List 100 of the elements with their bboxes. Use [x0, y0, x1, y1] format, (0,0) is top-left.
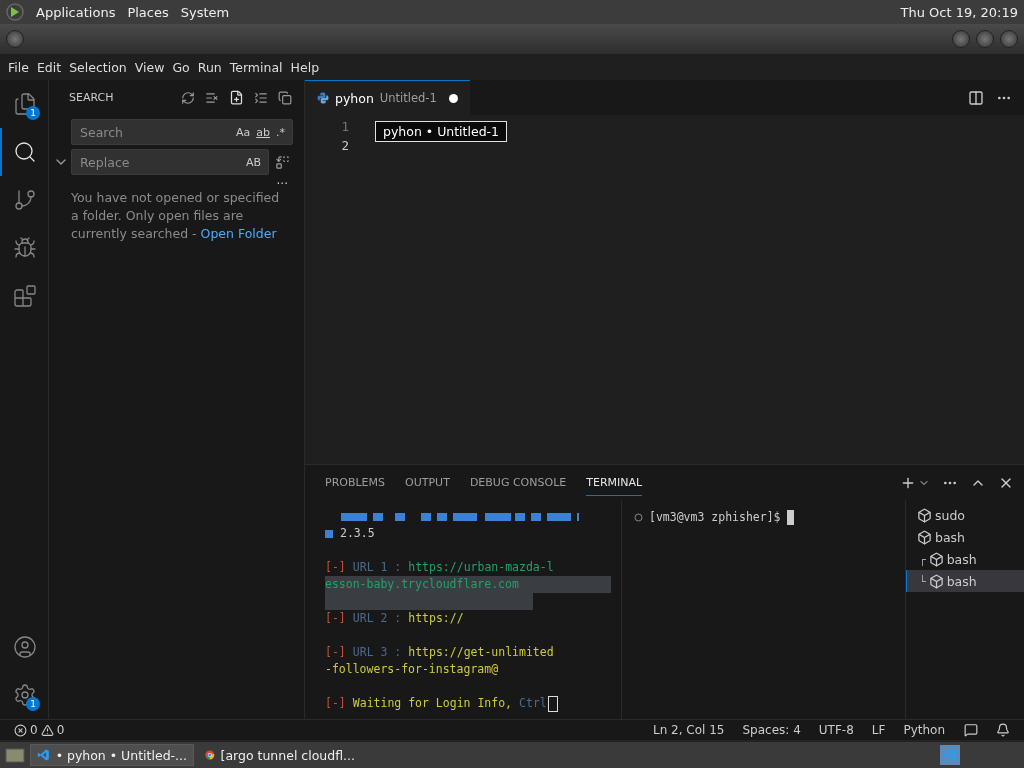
clock[interactable]: Thu Oct 19, 20:19 — [900, 4, 1018, 20]
menu-item[interactable]: Run — [193, 59, 226, 75]
search-field[interactable]: Search Aa ab .* — [71, 119, 293, 145]
count-badge: 1 — [26, 106, 40, 120]
code-editor-icon — [37, 747, 50, 763]
terminal-cursor — [786, 510, 794, 525]
panel-menu[interactable]: Applications — [36, 4, 116, 20]
close-button[interactable] — [1000, 30, 1018, 48]
panel-menu[interactable]: System — [180, 4, 230, 20]
cube-icon — [928, 573, 944, 589]
replace-all-icon[interactable] — [275, 154, 290, 170]
settings-icon — [13, 683, 37, 707]
cube-icon — [917, 529, 932, 545]
account-icon — [13, 635, 37, 659]
terminal-text: [-] — [325, 559, 346, 576]
clear-results-icon[interactable] — [205, 90, 219, 105]
terminal-list-item[interactable]: bash — [906, 526, 1024, 548]
line-number: 2 — [341, 137, 349, 155]
minimize-button[interactable] — [952, 30, 970, 48]
terminal-text: URL 2 : — [352, 610, 402, 627]
python-icon — [317, 92, 329, 104]
status-item[interactable]: Python — [896, 723, 952, 737]
warning-icon — [40, 723, 54, 737]
terminal-text: URL 3 : — [352, 644, 402, 661]
terminal-text: -followers-for-instagram@ — [325, 661, 499, 678]
search-option-toggle[interactable]: ab — [253, 125, 273, 139]
circle-icon — [634, 513, 643, 522]
menu-item[interactable]: Selection — [65, 59, 131, 75]
terminal-text: https://urban-mazda-l — [408, 559, 554, 576]
menu-logo-icon[interactable] — [6, 3, 24, 21]
terminal-text: URL 1 : — [352, 559, 402, 576]
terminal-text: https://get-unlimited — [408, 644, 554, 661]
menu-item[interactable]: Help — [286, 59, 324, 75]
terminal-text: Ctrl — [519, 695, 547, 712]
terminal-list-item[interactable]: └ bash — [906, 570, 1024, 592]
error-icon — [14, 723, 27, 737]
menu-item[interactable]: Edit — [32, 59, 66, 75]
extensions-icon — [13, 284, 37, 308]
feedback-icon[interactable] — [964, 723, 978, 737]
line-number: 1 — [341, 118, 349, 136]
activity-bar-button[interactable]: 1 — [0, 671, 48, 719]
status-item[interactable]: UTF-8 — [811, 723, 861, 737]
open-folder-link[interactable]: Open Folder — [200, 226, 277, 241]
terminal-list-item[interactable]: ┌ bash — [906, 548, 1024, 570]
terminal-prompt: [vm3@vm3 zphisher]$ — [649, 510, 781, 524]
window-menu-button[interactable] — [6, 30, 24, 48]
error-count: 0 — [30, 723, 38, 737]
terminal-text: [-] — [325, 610, 346, 627]
no-folder-message: You have not opened or specified a folder. Only open files are currently searched - Open Folder — [70, 189, 281, 243]
maximize-button[interactable] — [976, 30, 994, 48]
preserve-case-toggle[interactable]: AB — [242, 155, 264, 169]
new-file-icon[interactable] — [229, 90, 244, 105]
terminal-text: esson-baby.trycloudflare.com — [325, 576, 519, 593]
show-desktop-icon[interactable] — [4, 746, 26, 764]
menu-item[interactable]: View — [130, 59, 169, 75]
terminal-list-item[interactable]: sudo — [906, 504, 1024, 526]
code-editor-icon — [943, 748, 957, 762]
list-icon[interactable] — [254, 90, 268, 105]
count-badge: 1 — [26, 697, 40, 711]
replace-field[interactable]: Replace AB — [71, 149, 269, 175]
version-text: 2.3.5 — [340, 525, 375, 542]
branch-icon — [13, 188, 37, 212]
square-icon — [325, 529, 333, 538]
editor-tab[interactable]: pyhon Untitled-1 — [305, 80, 470, 115]
status-item[interactable]: Spaces: 4 — [735, 723, 808, 737]
terminal-text: [-] — [325, 695, 346, 712]
sidebar-title: SEARCH — [69, 91, 115, 104]
cube-icon — [917, 507, 932, 523]
search-option-toggle[interactable]: Aa — [233, 125, 254, 139]
run-debug-icon — [13, 236, 37, 260]
tab-title: pyhon — [335, 90, 374, 106]
cube-icon — [928, 551, 944, 567]
terminal-text: https:// — [408, 610, 464, 627]
search-option-toggle[interactable]: .* — [273, 125, 288, 139]
split-editor-icon[interactable] — [968, 89, 984, 106]
terminal-text: [-] — [325, 644, 346, 661]
more-options-button[interactable]: ... — [276, 175, 288, 185]
search-icon — [13, 140, 37, 164]
refresh-icon[interactable] — [181, 90, 195, 105]
problems-status[interactable]: 0 0 — [14, 723, 65, 737]
status-item[interactable]: Ln 2, Col 15 — [646, 723, 732, 737]
panel-tab[interactable]: TERMINAL — [586, 469, 643, 496]
panel-tab[interactable]: DEBUG CONSOLE — [469, 469, 567, 496]
bell-icon[interactable] — [996, 723, 1010, 737]
taskbar-task[interactable]: [argo tunnel cloudfl... — [198, 744, 362, 766]
terminal-text: Waiting for Login Info, — [352, 695, 513, 712]
panel-tab[interactable]: PROBLEMS — [325, 469, 386, 496]
tree-branch: ┌ — [919, 552, 926, 566]
warning-count: 0 — [56, 723, 65, 737]
menu-item[interactable]: File — [4, 59, 33, 75]
status-item[interactable]: LF — [864, 723, 893, 737]
tab-tooltip: pyhon • Untitled-1 — [375, 121, 508, 142]
activity-bar-button[interactable]: 1 — [0, 80, 48, 128]
menu-item[interactable]: Terminal — [225, 59, 287, 75]
collapse-icon[interactable] — [278, 90, 292, 105]
menu-item[interactable]: Go — [168, 59, 194, 75]
taskbar-task[interactable]: • pyhon • Untitled-... — [30, 744, 194, 766]
panel-menu[interactable]: Places — [127, 4, 169, 20]
files-icon — [13, 92, 37, 116]
panel-tab[interactable]: OUTPUT — [405, 469, 450, 496]
